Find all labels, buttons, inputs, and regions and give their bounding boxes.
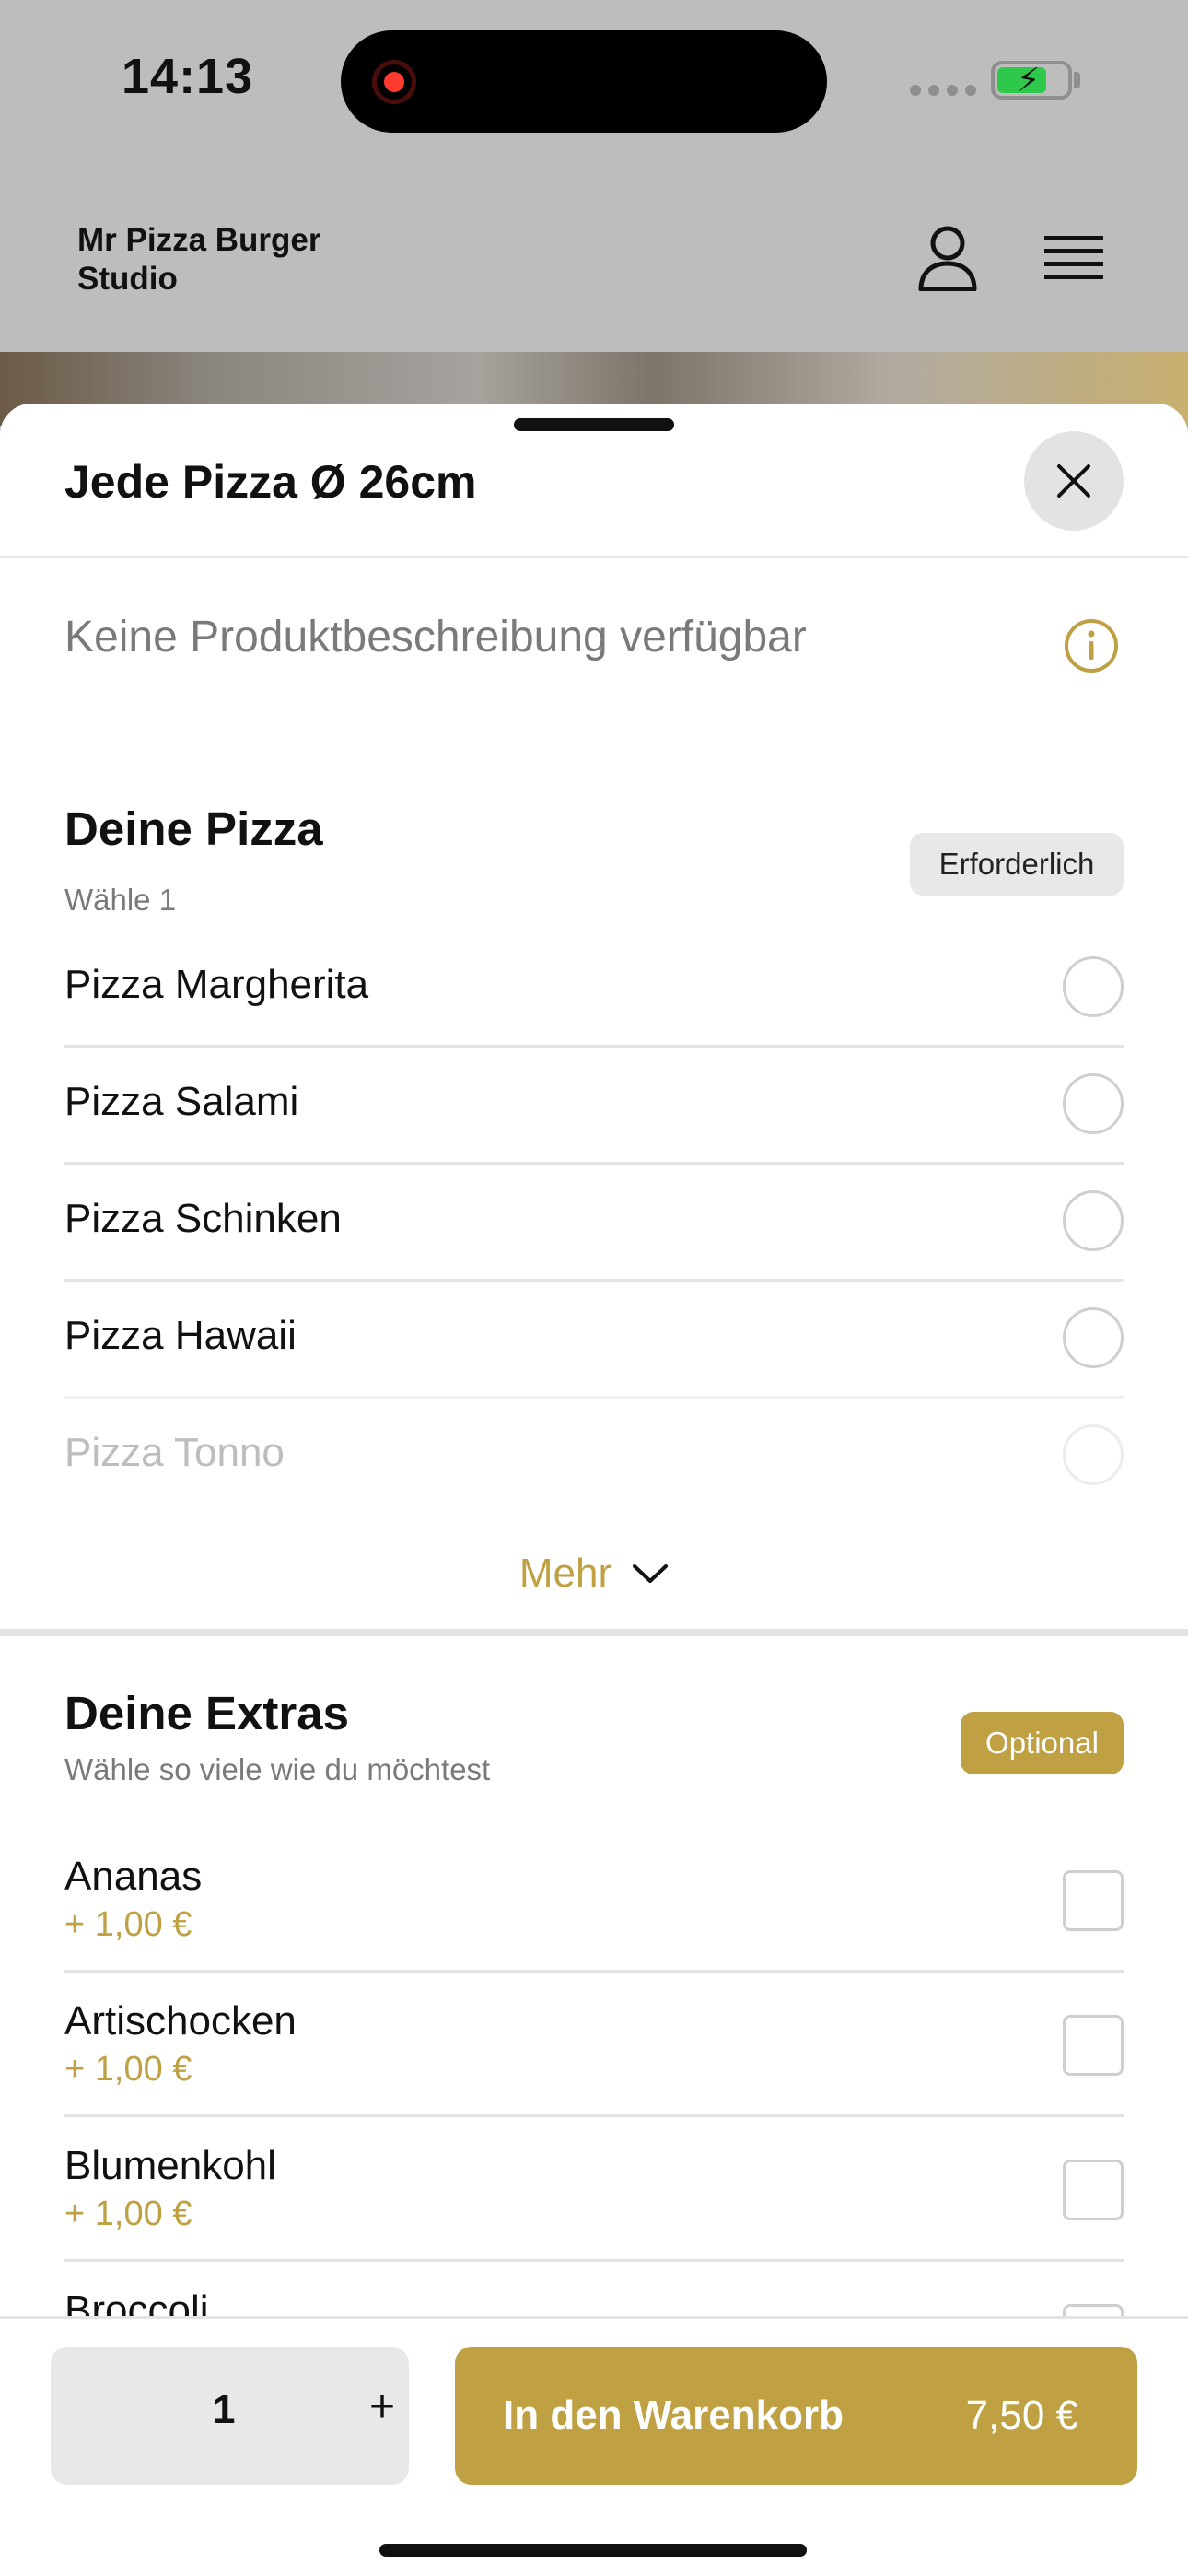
radio-button[interactable] [1063, 1307, 1124, 1368]
extras-section-title: Deine Extras [64, 1687, 349, 1739]
more-button[interactable]: Mehr [0, 1546, 1188, 1601]
extra-label: Ananas [64, 1854, 203, 1899]
brand-name[interactable]: Mr Pizza Burger Studio [77, 221, 409, 299]
extra-label: Artischocken [64, 1998, 297, 2043]
extra-item-artischocken[interactable]: Artischocken + 1,00 € [64, 1973, 1124, 2117]
radio-button[interactable] [1063, 1424, 1124, 1485]
option-label: Pizza Salami [64, 1079, 299, 1124]
plus-button[interactable]: + [369, 2382, 395, 2432]
add-to-cart-button[interactable]: In den Warenkorb 7,50 € [455, 2347, 1137, 2485]
extra-label: Blumenkohl [64, 2143, 276, 2188]
pizza-section-title: Deine Pizza [64, 802, 323, 855]
radio-button[interactable] [1063, 956, 1124, 1017]
extra-price: + 1,00 € [64, 2195, 192, 2233]
pizza-section-subtitle: Wähle 1 [64, 883, 177, 917]
product-description: Keine Produktbeschreibung verfügbar [64, 613, 807, 662]
quantity-stepper[interactable]: 1 + [51, 2347, 409, 2485]
pizza-option-hawaii[interactable]: Pizza Hawaii [64, 1282, 1124, 1399]
required-badge: Erforderlich [910, 833, 1124, 896]
radio-button[interactable] [1063, 1073, 1124, 1134]
app-header: Mr Pizza Burger Studio [0, 166, 1188, 352]
option-label: Pizza Hawaii [64, 1313, 297, 1358]
record-icon [372, 60, 416, 104]
home-indicator [379, 2544, 807, 2557]
chevron-down-icon [633, 1564, 669, 1583]
pizza-option-tonno[interactable]: Pizza Tonno [64, 1399, 1124, 1516]
close-icon [1057, 464, 1090, 498]
status-time: 14:13 [122, 49, 254, 104]
pizza-option-margherita[interactable]: Pizza Margherita [64, 931, 1124, 1048]
sheet-grabber[interactable] [514, 418, 674, 431]
extras-section-subtitle: Wähle so viele wie du möchtest [64, 1752, 491, 1786]
signal-icon [910, 85, 976, 96]
option-label: Pizza Margherita [64, 962, 369, 1007]
status-bar: 14:13 ⚡ [0, 0, 1188, 166]
battery-cap [1074, 72, 1080, 88]
checkbox[interactable] [1063, 1870, 1124, 1931]
quantity-value: 1 [213, 2387, 236, 2432]
section-divider [0, 1629, 1188, 1636]
optional-badge: Optional [961, 1712, 1124, 1774]
pizza-option-schinken[interactable]: Pizza Schinken [64, 1165, 1124, 1282]
divider [0, 556, 1188, 558]
extra-item-ananas[interactable]: Ananas + 1,00 € [64, 1828, 1124, 1973]
option-label: Pizza Tonno [64, 1430, 285, 1475]
checkbox[interactable] [1063, 2015, 1124, 2076]
close-button[interactable] [1024, 431, 1124, 531]
add-to-cart-label: In den Warenkorb [503, 2393, 844, 2438]
user-icon[interactable] [917, 225, 978, 291]
checkbox[interactable] [1063, 2160, 1124, 2220]
product-title: Jede Pizza Ø 26cm [64, 456, 477, 508]
option-label: Pizza Schinken [64, 1196, 342, 1241]
dynamic-island [341, 30, 827, 133]
charging-bolt-icon: ⚡ [1017, 61, 1041, 99]
cart-footer: 1 + In den Warenkorb 7,50 € [0, 2316, 1188, 2576]
pizza-option-salami[interactable]: Pizza Salami [64, 1048, 1124, 1165]
menu-icon[interactable] [1044, 232, 1103, 284]
extra-price: + 1,00 € [64, 2050, 192, 2089]
cart-price: 7,50 € [965, 2393, 1078, 2438]
info-icon[interactable] [1063, 617, 1120, 674]
more-label: Mehr [518, 1551, 612, 1596]
extra-price: + 1,00 € [64, 1905, 192, 1944]
extra-item-blumenkohl[interactable]: Blumenkohl + 1,00 € [64, 2117, 1124, 2262]
radio-button[interactable] [1063, 1190, 1124, 1251]
product-sheet: Jede Pizza Ø 26cm Keine Produktbeschreib… [0, 404, 1188, 2576]
